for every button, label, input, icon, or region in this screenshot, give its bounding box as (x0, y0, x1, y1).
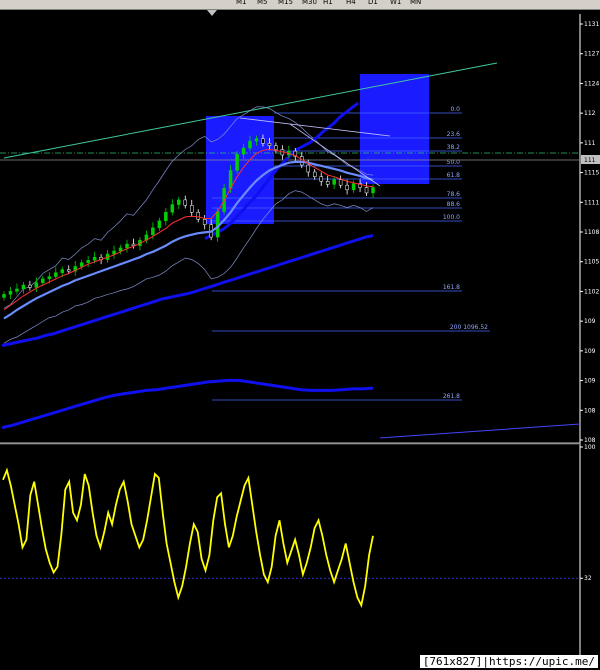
candle-body (54, 272, 58, 277)
fib-label: 100.0 (443, 214, 460, 221)
candle-body (267, 143, 272, 146)
candle-body (28, 284, 32, 288)
chart-window: M1 M5 M15 M30 H1 H4 D1 W1 MN 1131 1127 1124 112 111 1… (0, 0, 600, 670)
slow-ma-mid-line (1, 234, 374, 347)
candle-body (306, 164, 311, 173)
fib-label: 61.8 (447, 172, 461, 179)
fib-label: 38.2 (447, 144, 461, 151)
candle-body (345, 184, 349, 191)
candle-body (364, 187, 369, 194)
fib-label: 0.0 (450, 106, 460, 113)
candle-body (60, 269, 65, 273)
image-host-watermark: [761x827]|https://upic.me/ (419, 655, 598, 668)
candle-body (202, 219, 207, 225)
candle-body (325, 181, 330, 185)
candle-body (118, 247, 123, 252)
ma-fast-line (3, 148, 374, 311)
candle-body (312, 171, 317, 177)
osc-y-tick-label: 100 (584, 444, 596, 451)
ma-mid-line (3, 160, 374, 320)
candle-body (261, 138, 265, 144)
y-tick-label: 111 (584, 140, 596, 147)
candle-body (319, 176, 323, 182)
y-tick-label: 1111 (584, 199, 599, 206)
candle-body (235, 153, 239, 171)
fib-label: 261.8 (443, 393, 460, 400)
y-tick-label: 1108 (584, 229, 599, 236)
y-tick-label: 1127 (584, 51, 599, 58)
fib-label: 78.6 (447, 191, 461, 198)
y-tick-label: 109 (584, 318, 596, 325)
fib-label: 23.6 (447, 131, 461, 138)
range-box-right (360, 74, 429, 184)
candle-body (351, 183, 356, 191)
fib-label: 88.6 (447, 201, 461, 208)
fib-label: 200 1096.52 (450, 324, 488, 331)
candle-body (183, 199, 188, 206)
candle-body (92, 256, 97, 261)
y-tick-label: 108 (584, 437, 596, 444)
candle-body (164, 212, 168, 222)
candle-body (47, 276, 52, 280)
candle-body (21, 284, 26, 290)
y-tick-label: 109 (584, 348, 596, 355)
candle-body (274, 145, 278, 150)
y-tick-label: 1124 (584, 80, 599, 87)
candle-body (79, 262, 84, 267)
y-tick-label: 1102 (584, 288, 599, 295)
candle-body (371, 187, 375, 194)
candle-body (189, 205, 194, 213)
candle-body (170, 204, 175, 213)
y-tick-label: 1115 (584, 170, 599, 177)
candle-body (254, 138, 259, 142)
lower-reference-line (379, 423, 581, 439)
fib-label: 161.8 (443, 284, 460, 291)
price-tag-label: 111 (584, 157, 596, 164)
candle-body (86, 260, 90, 263)
candle-body (2, 294, 6, 298)
candle-body (8, 291, 13, 295)
oscillator-line (2, 467, 374, 609)
y-tick-label: 108 (584, 407, 596, 414)
candle-body (125, 243, 129, 249)
osc-y-tick-label: 32 (584, 575, 592, 582)
candle-body (177, 199, 181, 205)
y-tick-label: 1131 (584, 21, 599, 28)
bollinger-lower-line (3, 190, 374, 344)
candle-body (338, 179, 343, 186)
candle-body (157, 220, 162, 229)
y-tick-label: 109 (584, 378, 596, 385)
candle-body (34, 282, 39, 288)
candle-body (241, 147, 246, 155)
candle-body (66, 269, 71, 272)
y-tick-label: 112 (584, 110, 596, 117)
candle-body (151, 227, 155, 235)
y-tick-label: 1105 (584, 259, 599, 266)
slow-ma-lower-line (1, 378, 374, 430)
candle-body (112, 250, 116, 255)
price-chart[interactable]: 1131 1127 1124 112 111 1115 1111 1108 1105 1102 10… (0, 0, 600, 670)
candle-body (332, 179, 336, 185)
candle-body (41, 278, 45, 284)
candle-body (15, 288, 19, 292)
candle-body (196, 212, 200, 220)
candle-body (248, 140, 252, 149)
